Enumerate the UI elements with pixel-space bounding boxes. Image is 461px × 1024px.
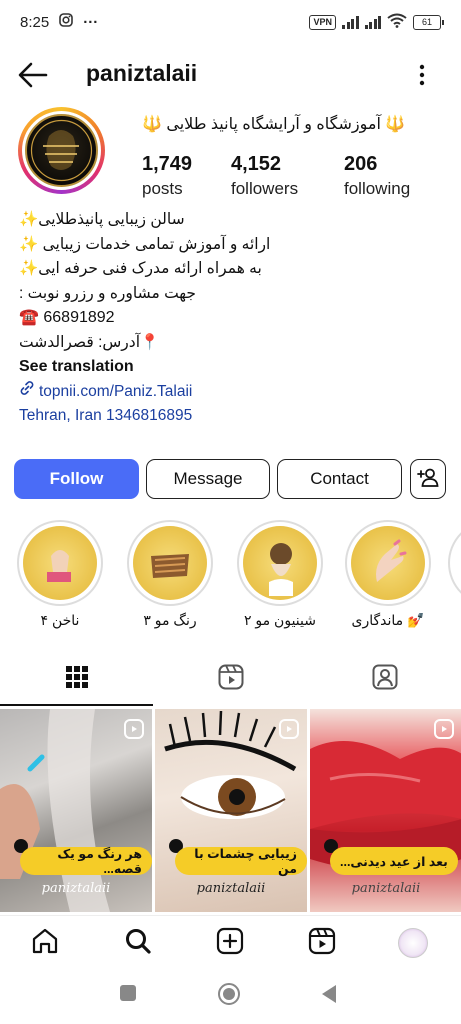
profile-bio: سالن زیبایی پانیذطلایی✨ ارائه و آموزش تم… (19, 208, 449, 429)
posts-stat[interactable]: 1,749 posts (142, 153, 192, 199)
user-avatar (398, 928, 428, 958)
bio-line: به همراه ارائه مدرک فنی حرفه ایی✨ (19, 260, 262, 277)
bio-phone: ☎️ 66891892 (19, 309, 115, 326)
nav-reels[interactable] (305, 926, 339, 960)
tab-tagged[interactable] (308, 652, 461, 706)
more-options-icon[interactable] (412, 60, 432, 90)
profile-avatar-story-ring[interactable] (18, 107, 105, 194)
highlight-label: شینیون مو ۲ (244, 612, 316, 628)
following-stat[interactable]: 206 following (344, 153, 410, 199)
nav-create[interactable] (213, 926, 247, 960)
highlight-label: 💅 ماندگاری (351, 612, 425, 628)
signal-icon (342, 15, 359, 29)
bio-website[interactable]: topnii.com/Paniz.Talaii (19, 380, 449, 405)
bio-address: 📍آدرس: قصرالدشت (19, 333, 160, 351)
grid-post[interactable]: بعد از عید دیدنی... paniztalaii (310, 709, 461, 912)
home-icon (31, 927, 59, 960)
grid-icon (65, 665, 89, 694)
back-arrow-icon[interactable] (18, 62, 48, 88)
profile-display-name: 🔱 آموزشگاه و آرایشگاه پانیذ طلایی 🔱 (142, 116, 406, 133)
status-more-dots: ··· (83, 13, 99, 31)
profile-avatar (25, 114, 98, 187)
highlight-label: ناخن ۴ (40, 612, 80, 628)
post-watermark: paniztalaii (351, 881, 421, 896)
add-post-icon (216, 927, 244, 960)
reel-badge-icon (279, 719, 299, 739)
bio-line: ارائه و آموزش تمامی خدمات زیبایی ✨ (19, 235, 271, 253)
profile-header: paniztalaii (0, 50, 461, 98)
updo-highlight-icon (243, 526, 317, 600)
highlight-item[interactable]: شینیون مو ۲ (235, 520, 325, 629)
hair-color-highlight-icon (133, 526, 207, 600)
grid-post[interactable]: زیبایی چشمات با من paniztalaii (155, 709, 307, 912)
nails-highlight-icon (23, 526, 97, 600)
manicure-highlight-icon (351, 526, 425, 600)
nav-profile[interactable] (396, 926, 430, 960)
grid-post[interactable]: هر رنگ مو یک قصه... paniztalaii (0, 709, 152, 912)
status-bar: 8:25 ··· VPN 61 (0, 0, 461, 44)
search-icon (124, 927, 152, 960)
tab-reels[interactable] (154, 652, 307, 706)
highlight-item[interactable]: ناخن ۴ (15, 520, 105, 629)
recent-apps-icon[interactable] (119, 984, 137, 1007)
posts-count: 1,749 (142, 153, 193, 175)
nav-search[interactable] (121, 926, 155, 960)
link-icon (19, 380, 35, 405)
post-caption: بعد از عید دیدنی... (330, 847, 458, 875)
vpn-badge: VPN (309, 14, 336, 30)
highlight-item-partial[interactable] (448, 520, 461, 606)
website-link-text[interactable]: topnii.com/Paniz.Talaii (39, 380, 192, 405)
post-caption: هر رنگ مو یک قصه... (20, 847, 152, 876)
post-caption: زیبایی چشمات با من (175, 847, 307, 876)
following-count: 206 (344, 153, 378, 175)
highlight-item[interactable]: رنگ مو ۳ (125, 520, 215, 629)
follow-button[interactable]: Follow (14, 459, 139, 499)
profile-tabs (0, 652, 461, 706)
posts-label: posts (142, 179, 183, 198)
contact-button[interactable]: Contact (277, 459, 402, 499)
reel-badge-icon (434, 719, 454, 739)
signal-icon-2 (364, 15, 381, 29)
wifi-icon (387, 13, 407, 32)
reel-badge-icon (124, 719, 144, 739)
highlight-item[interactable]: 💅 ماندگاری (343, 520, 433, 629)
followers-count: 4,152 (231, 153, 282, 175)
active-tab-indicator (0, 704, 153, 706)
bio-line: جهت مشاوره و رزرو نوبت : (19, 284, 197, 302)
location-link[interactable]: Tehran, Iran 1346816895 (19, 404, 449, 429)
home-button-icon[interactable] (217, 982, 241, 1011)
message-button[interactable]: Message (146, 459, 270, 499)
post-watermark: paniztalaii (196, 881, 266, 896)
followers-label: followers (231, 179, 299, 198)
suggested-users-button[interactable] (410, 459, 446, 499)
back-button-icon[interactable] (320, 984, 338, 1009)
profile-actions: Follow Message Contact (14, 459, 447, 499)
see-translation-link[interactable]: See translation (19, 355, 449, 380)
highlight-label: رنگ مو ۳ (143, 612, 197, 628)
tab-grid[interactable] (0, 652, 153, 706)
add-person-icon (417, 467, 439, 492)
bottom-navigation (0, 915, 461, 969)
profile-username: paniztalaii (86, 60, 198, 86)
instagram-notification-icon (59, 13, 74, 31)
reels-nav-icon (308, 927, 336, 960)
following-label: following (344, 179, 411, 198)
post-watermark: paniztalaii (41, 881, 111, 896)
nav-home[interactable] (28, 926, 62, 960)
followers-stat[interactable]: 4,152 followers (231, 153, 298, 199)
reels-icon (218, 664, 244, 695)
story-highlights: ناخن ۴ رنگ مو ۳ شینیون مو ۲ 💅 ماندگاری (0, 520, 461, 640)
bio-line: سالن زیبایی پانیذطلایی✨ (19, 211, 185, 228)
system-navigation-bar (0, 970, 461, 1024)
status-time: 8:25 (20, 13, 50, 31)
tagged-person-icon (372, 664, 398, 695)
battery-icon: 61 (413, 14, 444, 30)
posts-grid: هر رنگ مو یک قصه... paniztalaii زیبایی چ… (0, 709, 461, 912)
